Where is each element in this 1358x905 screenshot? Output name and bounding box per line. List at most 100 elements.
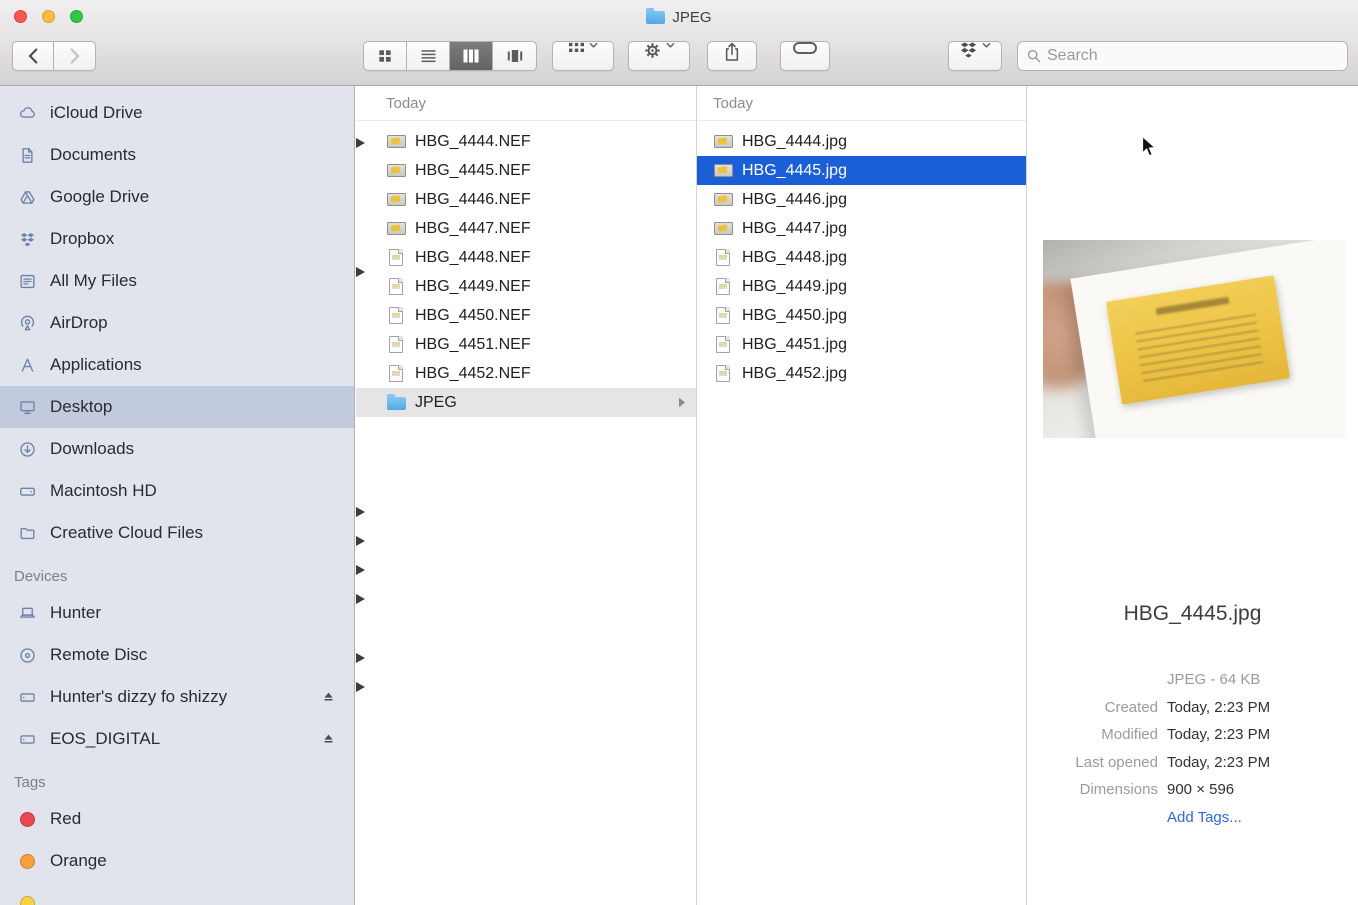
icon-view-button[interactable] (364, 42, 407, 70)
sidebar-item-macintosh-hd[interactable]: Macintosh HD (0, 470, 354, 512)
file-row[interactable]: HBG_4451.jpg (697, 330, 1026, 359)
file-row[interactable]: HBG_4450.jpg (697, 301, 1026, 330)
file-name: HBG_4446.NEF (415, 191, 531, 209)
arrange-button[interactable] (552, 41, 614, 71)
sidebar-item-label: Hunter's dizzy fo shizzy (50, 687, 227, 707)
sidebar-item-label: Creative Cloud Files (50, 523, 203, 543)
file-list-1: HBG_4444.NEF HBG_4445.NEF HBG_4446.NEF HBG_… (356, 121, 696, 417)
column-view-button[interactable] (450, 42, 493, 70)
share-button[interactable] (707, 41, 757, 71)
mouse-cursor (1141, 135, 1158, 159)
laptop-icon (14, 602, 41, 624)
eject-icon[interactable] (321, 690, 336, 704)
sidebar-item-red[interactable]: Red (0, 798, 354, 840)
column-view-icon (463, 49, 479, 63)
file-row[interactable]: HBG_4449.jpg (697, 272, 1026, 301)
sidebar-item-remote-disc[interactable]: Remote Disc (0, 634, 354, 676)
sidebar-item-desktop[interactable]: Desktop (0, 386, 354, 428)
file-row[interactable]: HBG_4447.NEF (356, 214, 696, 243)
file-row[interactable]: HBG_4452.jpg (697, 359, 1026, 388)
file-row[interactable]: HBG_4449.NEF (356, 272, 696, 301)
file-name: HBG_4452.jpg (742, 365, 847, 383)
search-icon (1027, 49, 1041, 63)
arrange-icon (569, 42, 584, 53)
file-row-folder[interactable]: JPEG (356, 388, 696, 417)
file-row[interactable]: HBG_4444.jpg (697, 127, 1026, 156)
desktop-icon (14, 396, 41, 418)
folder-icon (14, 522, 41, 544)
sidebar-item-tag[interactable] (0, 882, 354, 905)
sidebar-item-label: Orange (50, 851, 107, 871)
file-name: HBG_4447.NEF (415, 220, 531, 238)
file-row[interactable]: HBG_4450.NEF (356, 301, 696, 330)
chevron-down-icon (666, 42, 675, 48)
image-file-icon (713, 220, 733, 238)
tags-button[interactable] (780, 41, 830, 71)
file-name: HBG_4449.NEF (415, 278, 531, 296)
sidebar-item-google-drive[interactable]: Google Drive (0, 176, 354, 218)
image-file-icon (713, 133, 733, 151)
list-view-button[interactable] (407, 42, 450, 70)
meta-row: Created Today, 2:23 PM (1027, 694, 1350, 722)
all-my-files-icon (14, 270, 41, 292)
file-row[interactable]: HBG_4448.jpg (697, 243, 1026, 272)
sidebar-item-orange[interactable]: Orange (0, 840, 354, 882)
sidebar-item-icloud-drive[interactable]: iCloud Drive (0, 92, 354, 134)
disclosure-arrow-icon (356, 138, 365, 148)
image-file-icon (713, 162, 733, 180)
sidebar-item-eos-digital[interactable]: EOS_DIGITAL (0, 718, 354, 760)
tag-icon (793, 42, 817, 54)
file-name: HBG_4448.jpg (742, 249, 847, 267)
disclosure-arrow-icon (356, 594, 365, 604)
sidebar-item-label: All My Files (50, 271, 137, 291)
back-button[interactable] (13, 42, 54, 70)
sidebar-item-applications[interactable]: Applications (0, 344, 354, 386)
forward-button[interactable] (54, 42, 95, 70)
meta-row: Add Tags... (1027, 804, 1350, 832)
sidebar-item-dropbox[interactable]: Dropbox (0, 218, 354, 260)
dropbox-icon (960, 42, 977, 58)
sidebar-item-label: Macintosh HD (50, 481, 157, 501)
file-row[interactable]: HBG_4448.NEF (356, 243, 696, 272)
search-input[interactable] (1047, 47, 1338, 65)
sidebar-item-label: Hunter (50, 603, 101, 623)
file-row[interactable]: HBG_4445.NEF (356, 156, 696, 185)
documents-icon (14, 144, 41, 166)
file-row[interactable]: HBG_4446.NEF (356, 185, 696, 214)
nav-buttons (12, 41, 96, 71)
meta-value: Today, 2:23 PM (1167, 726, 1270, 743)
image-file-icon (713, 191, 733, 209)
icloud-icon (14, 102, 41, 124)
window-title: JPEG (0, 0, 1358, 34)
file-row[interactable]: HBG_4452.NEF (356, 359, 696, 388)
sidebar-item-airdrop[interactable]: AirDrop (0, 302, 354, 344)
coverflow-view-button[interactable] (493, 42, 536, 70)
add-tags-link[interactable]: Add Tags... (1167, 809, 1242, 826)
document-file-icon (713, 307, 733, 325)
folder-icon (646, 11, 665, 24)
eject-icon[interactable] (321, 732, 336, 746)
sidebar-item-downloads[interactable]: Downloads (0, 428, 354, 470)
document-file-icon (386, 307, 406, 325)
file-row[interactable]: HBG_4446.jpg (697, 185, 1026, 214)
meta-row: JPEG - 64 KB (1027, 666, 1350, 694)
file-name: HBG_4444.NEF (415, 133, 531, 151)
file-row[interactable]: HBG_4445.jpg (697, 156, 1026, 185)
disc-icon (14, 644, 41, 666)
sidebar-item-label: Desktop (50, 397, 112, 417)
file-row[interactable]: HBG_4447.jpg (697, 214, 1026, 243)
sidebar-item-hunter[interactable]: Hunter (0, 592, 354, 634)
sidebar-item-all-my-files[interactable]: All My Files (0, 260, 354, 302)
sidebar-item-documents[interactable]: Documents (0, 134, 354, 176)
sidebar-item-hunter-s-dizzy-fo-shizzy[interactable]: Hunter's dizzy fo shizzy (0, 676, 354, 718)
action-button[interactable] (628, 41, 690, 71)
external-drive-icon (14, 686, 41, 708)
meta-value: 900 × 596 (1167, 781, 1234, 798)
sidebar-item-creative-cloud-files[interactable]: Creative Cloud Files (0, 512, 354, 554)
chevron-left-icon (28, 48, 38, 64)
image-file-icon (386, 191, 406, 209)
dropbox-button[interactable] (948, 41, 1002, 71)
file-row[interactable]: HBG_4444.NEF (356, 127, 696, 156)
disclosure-arrow-icon (356, 267, 365, 277)
file-row[interactable]: HBG_4451.NEF (356, 330, 696, 359)
